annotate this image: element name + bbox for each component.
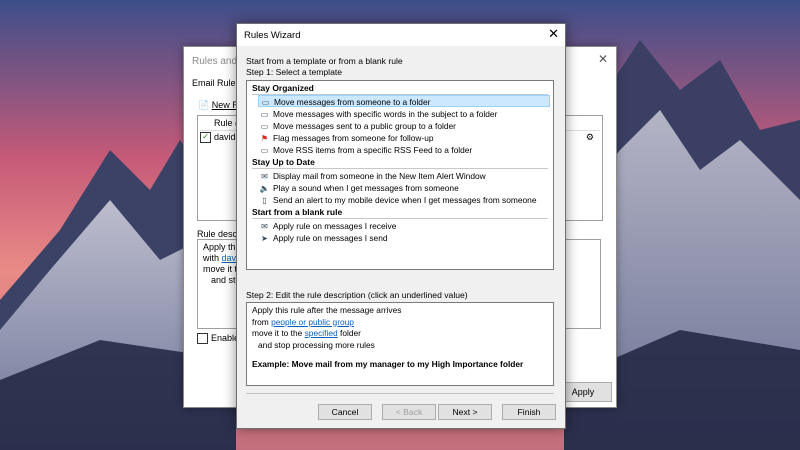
template-item[interactable]: 🔈 Play a sound when I get messages from s… (258, 182, 550, 194)
button-divider (246, 393, 554, 394)
finish-button[interactable]: Finish (502, 404, 556, 420)
template-item-label: Move RSS items from a specific RSS Feed … (273, 145, 473, 155)
template-item[interactable]: ⚑ Flag messages from someone for follow-u… (258, 132, 550, 144)
template-item-label: Apply rule on messages I send (273, 233, 388, 243)
template-item-label: Move messages from someone to a folder (274, 97, 431, 107)
group-stay-organized: Stay Organized (252, 83, 314, 93)
template-item-label: Send an alert to my mobile device when I… (273, 195, 537, 205)
template-item-label: Move messages with specific words in the… (273, 109, 498, 119)
enable-label: Enable (211, 333, 240, 343)
template-item-label: Flag messages from someone for follow-up (273, 133, 434, 143)
desc-text: move it to the (252, 328, 303, 338)
template-item[interactable]: ✉ Display mail from someone in the New It… (258, 170, 550, 182)
new-rule-button[interactable]: 📄 New R (198, 100, 239, 111)
template-item[interactable]: ▭ Move RSS items from a specific RSS Feed… (258, 144, 550, 156)
template-item-label: Display mail from someone in the New Ite… (273, 171, 486, 181)
template-item[interactable]: ▭ Move messages from someone to a folder (258, 95, 550, 107)
rules-wizard-dialog: Rules Wizard ✕ Start from a template or … (236, 23, 566, 429)
desc-line: Apply this rule after the message arrive… (252, 305, 402, 315)
example-text: Example: Move mail from my manager to my… (252, 359, 524, 369)
email-rules-tab[interactable]: Email Rule (192, 78, 236, 88)
template-item[interactable]: ✉ Apply rule on messages I receive (258, 220, 550, 232)
template-item[interactable]: ▭ Move messages with specific words in th… (258, 108, 550, 120)
desc-link[interactable]: dav (222, 253, 237, 263)
rule-options-icon[interactable]: ⚙ (586, 132, 594, 143)
dialog-title: Rules Wizard (244, 30, 301, 41)
rule-checkbox[interactable]: ✓ (200, 132, 211, 144)
next-button[interactable]: Next > (438, 404, 492, 420)
people-or-group-link[interactable]: people or public group (271, 317, 354, 327)
enable-option[interactable]: Enable (197, 333, 240, 345)
template-item-label: Move messages sent to a public group to … (273, 121, 456, 131)
step2-label: Step 2: Edit the rule description (click… (246, 290, 468, 300)
enable-checkbox[interactable] (197, 333, 208, 345)
new-rule-icon: 📄 (198, 100, 210, 110)
rule-row[interactable]: ✓ davidn (200, 132, 241, 144)
specified-folder-link[interactable]: specified (305, 328, 338, 338)
send-icon: ➤ (261, 234, 268, 243)
template-item[interactable]: ➤ Apply rule on messages I send (258, 232, 550, 244)
template-item-label: Apply rule on messages I receive (273, 221, 397, 231)
group-blank-rule: Start from a blank rule (252, 207, 343, 217)
cancel-button[interactable]: Cancel (318, 404, 372, 420)
template-list[interactable]: Stay Organized ▭ Move messages from someo… (246, 80, 554, 270)
template-item[interactable]: ▭ Move messages sent to a public group to… (258, 120, 550, 132)
intro-text: Start from a template or from a blank ru… (246, 56, 403, 66)
mobile-phone-icon: ▯ (262, 196, 267, 205)
desc-text: from (252, 316, 269, 327)
rule-description-editor: Apply this rule after the message arrive… (246, 302, 554, 386)
template-item-label: Play a sound when I get messages from so… (273, 183, 459, 193)
close-icon[interactable]: ✕ (598, 52, 608, 66)
group-divider (252, 218, 548, 219)
rss-folder-icon: ▭ (260, 146, 269, 155)
close-icon[interactable]: ✕ (548, 26, 559, 42)
desc-line: with (203, 253, 220, 263)
back-button[interactable]: < Back (382, 404, 436, 420)
template-item[interactable]: ▯ Send an alert to my mobile device when … (258, 194, 550, 206)
group-stay-up-to-date: Stay Up to Date (252, 157, 315, 167)
desc-text: folder (340, 328, 361, 338)
rule-description-label: Rule desc (197, 229, 238, 239)
new-rule-label: New R (211, 100, 239, 110)
group-divider (252, 168, 548, 169)
step1-label: Step 1: Select a template (246, 67, 343, 77)
title-bar: Rules Wizard ✕ (237, 24, 565, 46)
desc-line: and stop processing more rules (258, 339, 375, 350)
